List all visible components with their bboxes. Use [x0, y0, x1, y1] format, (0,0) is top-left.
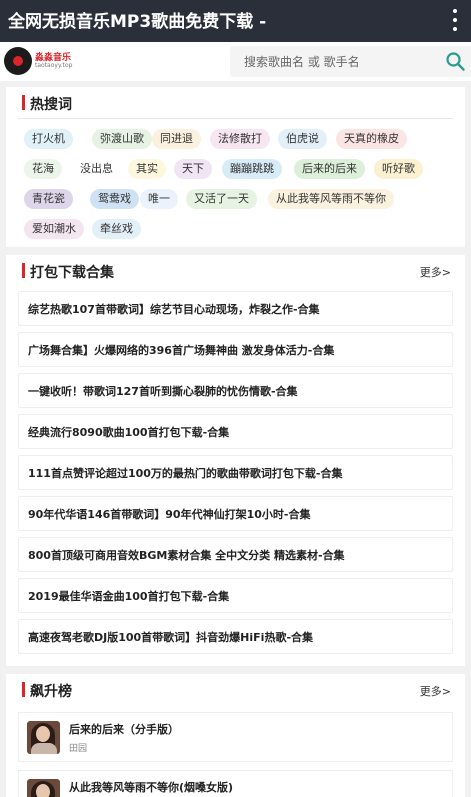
section-accent-bar	[22, 263, 25, 278]
pack-row[interactable]: 111首点赞评论超过100万的最热门的歌曲带歌词打包下载-合集	[18, 455, 453, 490]
more-menu-icon[interactable]	[451, 9, 459, 31]
pack-row[interactable]: 一键收听！带歌词127首听到撕心裂肺的忧伤情歌-合集	[18, 373, 453, 408]
pack-row[interactable]: 经典流行8090歌曲100首打包下载-合集	[18, 414, 453, 449]
song-row[interactable]: 后来的后来（分手版） 田园	[18, 712, 453, 762]
hot-tag[interactable]: 没出息	[76, 159, 117, 179]
song-name: 后来的后来（分手版）	[69, 723, 179, 736]
hot-search-title: 热搜词	[30, 97, 72, 113]
pack-download-section: 打包下载合集 更多> 综艺热歌107首带歌词】综艺节目心动现场，炸裂之作-合集广…	[6, 255, 465, 666]
rising-header: 飙升榜 更多>	[6, 674, 465, 706]
section-accent-bar	[22, 682, 25, 697]
hot-tag[interactable]: 后来的后来	[294, 159, 365, 179]
song-name: 从此我等风等雨不等你(烟嗓女版)	[69, 781, 234, 794]
pack-row[interactable]: 综艺热歌107首带歌词】综艺节目心动现场，炸裂之作-合集	[18, 291, 453, 326]
pack-row-title: 111首点赞评论超过100万的最热门的歌曲带歌词打包下载-合集	[28, 467, 343, 480]
hot-tag[interactable]: 唯一	[140, 189, 178, 209]
hot-tag[interactable]: 弥渡山歌	[92, 129, 152, 149]
pack-row-title: 800首顶级可商用音效BGM素材合集 全中文分类 精选素材-合集	[28, 549, 345, 562]
hot-tag[interactable]: 爱如潮水	[24, 219, 84, 239]
logo-domain: taotaoyy.top	[35, 62, 73, 69]
pack-more-link[interactable]: 更多>	[420, 264, 451, 280]
pack-row[interactable]: 800首顶级可商用音效BGM素材合集 全中文分类 精选素材-合集	[18, 537, 453, 572]
pack-row-title: 高速夜驾老歌DJ版100首带歌词】抖音劲爆HiFi热歌-合集	[28, 631, 314, 644]
rising-more-link[interactable]: 更多>	[420, 683, 451, 699]
pack-row[interactable]: 广场舞合集】火爆网络的396首广场舞神曲 激发身体活力-合集	[18, 332, 453, 367]
pack-row-title: 综艺热歌107首带歌词】综艺节目心动现场，炸裂之作-合集	[28, 303, 320, 316]
site-header: 淼淼音乐 taotaoyy.top	[0, 42, 471, 81]
hot-tag[interactable]: 天下	[174, 159, 212, 179]
hot-tag[interactable]: 蹦蹦跳跳	[222, 159, 282, 179]
hot-search-section: 热搜词 打火机 弥渡山歌 同进退 法修散打 伯虎说 天真的橡皮花海 没出息 其实 天下 蹦蹦跳跳后…	[6, 87, 465, 247]
hot-tag[interactable]: 同进退	[152, 129, 201, 149]
hot-tag[interactable]: 从此我等风等雨不等你	[268, 189, 394, 209]
singer-name: 田园	[69, 744, 88, 754]
hot-tag[interactable]: 法修散打	[210, 129, 270, 149]
pack-row-title: 90年代华语146首带歌词】90年代神仙打架10小时-合集	[28, 508, 311, 521]
album-cover-image	[27, 721, 60, 754]
pack-row-title: 一键收听！带歌词127首听到撕心裂肺的忧伤情歌-合集	[28, 385, 298, 398]
search-icon[interactable]	[445, 51, 465, 71]
rising-chart-section: 飙升榜 更多> 后来的后来（分手版） 田园从此我等风等雨不等你(烟嗓女版)	[6, 674, 465, 797]
hot-tag[interactable]: 青花瓷	[24, 189, 73, 209]
pack-header: 打包下载合集 更多>	[6, 255, 465, 287]
divider	[18, 118, 453, 119]
pack-row[interactable]: 90年代华语146首带歌词】90年代神仙打架10小时-合集	[18, 496, 453, 531]
pack-title: 打包下载合集	[30, 265, 114, 281]
pack-row-title: 广场舞合集】火爆网络的396首广场舞神曲 激发身体活力-合集	[28, 344, 335, 357]
hot-tag[interactable]: 花海	[24, 159, 62, 179]
hot-tag[interactable]: 其实	[128, 159, 166, 179]
page-title: 全网无损音乐MP3歌曲免费下载 -	[8, 12, 267, 32]
album-cover-image	[27, 779, 60, 797]
hot-tag[interactable]: 打火机	[24, 129, 73, 149]
hot-tag[interactable]: 鸳鸯戏	[90, 189, 139, 209]
hot-search-header: 热搜词	[6, 87, 465, 119]
rising-title: 飙升榜	[30, 684, 72, 700]
hot-tag[interactable]: 天真的橡皮	[336, 129, 407, 149]
site-logo[interactable]: 淼淼音乐 taotaoyy.top	[4, 47, 74, 75]
section-accent-bar	[22, 95, 25, 110]
hot-tag[interactable]: 又活了一天	[186, 189, 257, 209]
hot-tag[interactable]: 听好歌	[374, 159, 423, 179]
pack-row-title: 2019最佳华语金曲100首打包下载-合集	[28, 590, 230, 603]
song-row[interactable]: 从此我等风等雨不等你(烟嗓女版)	[18, 770, 453, 797]
pack-row[interactable]: 高速夜驾老歌DJ版100首带歌词】抖音劲爆HiFi热歌-合集	[18, 619, 453, 654]
app-title-bar: 全网无损音乐MP3歌曲免费下载 -	[0, 0, 471, 42]
search-box	[230, 46, 471, 77]
hot-tag[interactable]: 伯虎说	[278, 129, 327, 149]
pack-row[interactable]: 2019最佳华语金曲100首打包下载-合集	[18, 578, 453, 613]
hot-tag[interactable]: 牵丝戏	[92, 219, 141, 239]
vinyl-disc-icon	[4, 47, 32, 75]
search-input[interactable]	[230, 46, 435, 77]
pack-row-title: 经典流行8090歌曲100首打包下载-合集	[28, 426, 230, 439]
